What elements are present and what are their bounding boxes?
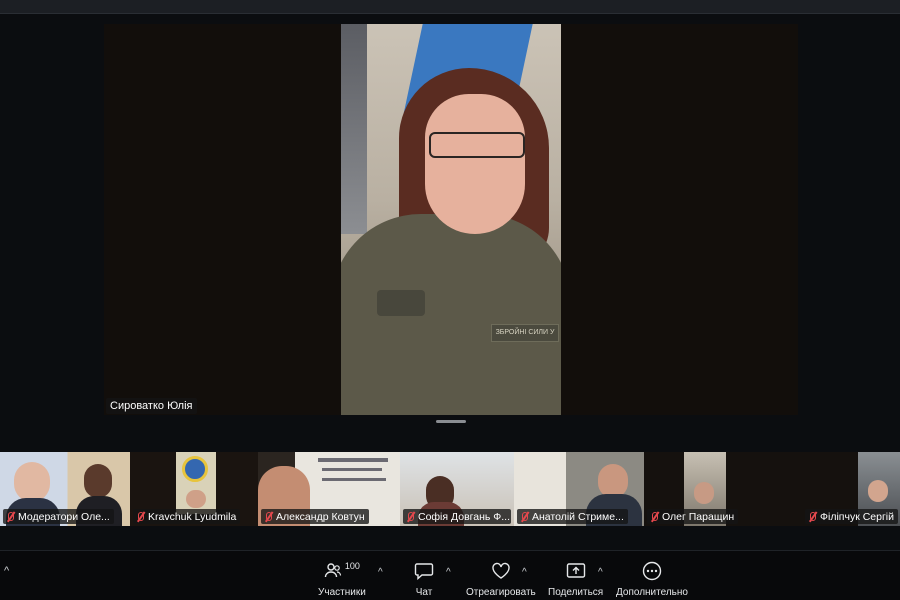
mic-muted-icon	[405, 511, 415, 523]
toolbar-left-caret[interactable]: ^	[4, 565, 9, 577]
mic-muted-icon	[5, 511, 15, 523]
share-screen-icon	[566, 563, 585, 578]
video-person-jacket	[341, 214, 561, 415]
participant-tile[interactable]: Софія Довгань Ф...	[400, 452, 514, 526]
participant-name: Філіпчук Сергій	[820, 510, 894, 523]
participant-name: Софія Довгань Ф...	[418, 510, 511, 523]
video-cat-patch	[377, 290, 425, 316]
strip-resize-handle[interactable]	[436, 420, 466, 423]
participant-tile[interactable]: Модератори Оле...	[0, 452, 130, 526]
mic-muted-icon	[519, 511, 529, 523]
participant-label: Софія Довгань Ф...	[403, 509, 511, 524]
more-label: Дополнительно	[616, 587, 688, 598]
participant-name: Олег Паращин	[662, 510, 735, 523]
mic-muted-icon	[135, 511, 145, 523]
participant-label: Філіпчук Сергій	[805, 509, 898, 524]
mic-muted-icon	[649, 511, 659, 523]
participant-name: Александр Ковтун	[276, 510, 365, 523]
react-label: Отреагировать	[466, 587, 536, 598]
video-background-wall	[341, 24, 367, 234]
heart-icon	[492, 562, 510, 579]
react-caret[interactable]: ^	[522, 567, 527, 578]
participant-label: Kravchuk Lyudmila	[133, 509, 241, 524]
participant-tile[interactable]: Kravchuk Lyudmila	[130, 452, 258, 526]
participant-label: Модератори Оле...	[3, 509, 114, 524]
chat-icon	[414, 563, 434, 580]
participant-tile[interactable]: Анатолій Стриме...	[514, 452, 644, 526]
video-uniform-patch: ЗБРОЙНІ СИЛИ У	[491, 324, 559, 342]
chat-button[interactable]: Чат	[414, 561, 434, 598]
share-button[interactable]: Поделиться	[548, 561, 603, 598]
video-person-glasses	[429, 132, 525, 158]
active-speaker-name: Сироватко Юлія	[106, 398, 197, 414]
share-label: Поделиться	[548, 587, 604, 598]
active-speaker-video: ЗБРОЙНІ СИЛИ У	[341, 24, 561, 415]
more-button[interactable]: Дополнительно	[616, 561, 688, 598]
chat-caret[interactable]: ^	[446, 567, 451, 578]
chat-label: Чат	[415, 587, 433, 598]
window-top-bar	[0, 0, 900, 14]
participant-label: Олег Паращин	[647, 509, 739, 524]
video-person-face	[425, 94, 525, 234]
participants-caret[interactable]: ^	[378, 567, 383, 578]
participants-button[interactable]: 100 Участники	[318, 561, 366, 598]
active-speaker-stage[interactable]: ЗБРОЙНІ СИЛИ У Сироватко Юлія	[104, 24, 798, 415]
participant-label: Анатолій Стриме...	[517, 509, 628, 524]
participant-label: Александр Ковтун	[261, 509, 369, 524]
share-caret[interactable]: ^	[598, 567, 603, 578]
mic-muted-icon	[263, 511, 273, 523]
participant-tile[interactable]: Олег Паращин	[644, 452, 770, 526]
participant-tile[interactable]: Філіпчук Сергій	[770, 452, 900, 526]
participant-strip: Модератори Оле... Kravchuk Lyudmila Алек…	[0, 452, 900, 526]
participants-icon	[324, 563, 341, 578]
participant-tile[interactable]: Александр Ковтун	[258, 452, 400, 526]
participants-label: Участники	[318, 587, 366, 598]
more-icon	[642, 561, 662, 581]
mic-muted-icon	[807, 511, 817, 523]
participants-count: 100	[344, 561, 360, 571]
participant-name: Анатолій Стриме...	[532, 510, 624, 523]
participant-name: Модератори Оле...	[18, 510, 110, 523]
participant-name: Kravchuk Lyudmila	[148, 510, 237, 523]
meeting-toolbar: ^ 100 Участники ^ Чат ^ Отреагировать ^ …	[0, 550, 900, 600]
